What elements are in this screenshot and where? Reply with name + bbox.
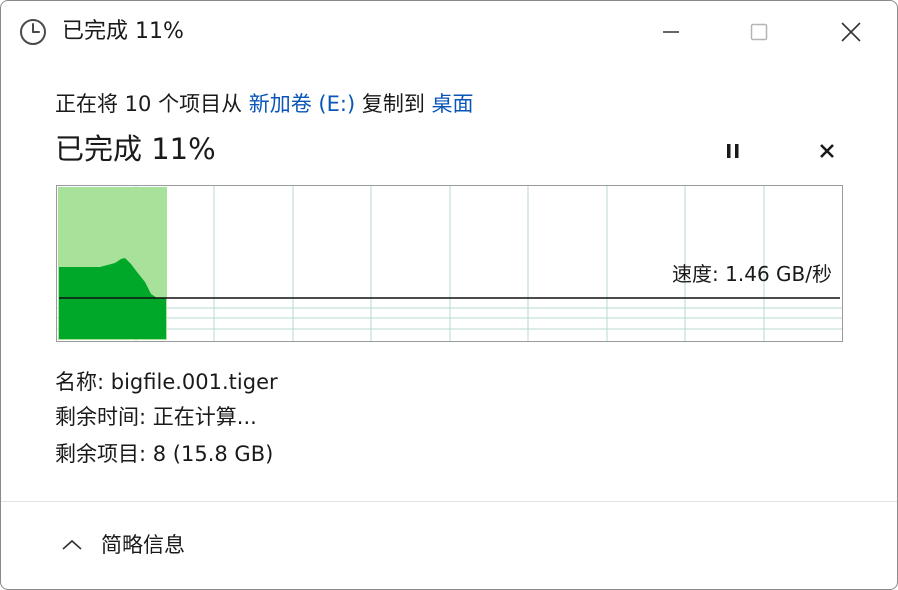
destination-link[interactable]: 桌面 (432, 92, 474, 116)
copy-description: 正在将 10 个项目从 新加卷 (E:) 复制到 桌面 (55, 89, 474, 119)
copy-progress-dialog: 已完成 11% 正在将 10 个项目从 新加卷 (E:) 复制到 桌面 已完成 … (0, 0, 898, 590)
cancel-button[interactable] (807, 134, 847, 168)
copy-description-prefix: 正在将 10 个项目从 (55, 92, 249, 116)
items-remaining-value: 8 (15.8 GB) (152, 442, 274, 466)
cancel-icon (820, 144, 834, 158)
minimize-icon (663, 31, 679, 33)
fewer-details-button[interactable]: 简略信息 (59, 527, 185, 563)
time-remaining-row: 剩余时间: 正在计算... (55, 402, 257, 432)
copy-description-middle: 复制到 (355, 92, 432, 116)
speed-label: 速度: 1.46 GB/秒 (672, 262, 832, 286)
close-window-button[interactable] (805, 1, 897, 63)
pause-icon (727, 144, 739, 158)
source-link[interactable]: 新加卷 (E:) (249, 92, 355, 116)
file-name-label: 名称: (55, 370, 105, 394)
file-name-row: 名称: bigfile.001.tiger (55, 367, 278, 397)
minimize-button[interactable] (625, 1, 717, 63)
maximize-button[interactable] (713, 1, 805, 63)
close-icon (841, 22, 861, 42)
maximize-icon (750, 23, 768, 41)
file-name-value: bigfile.001.tiger (110, 370, 278, 394)
fewer-details-label: 简略信息 (101, 533, 185, 557)
items-remaining-row: 剩余项目: 8 (15.8 GB) (55, 439, 273, 469)
title-bar[interactable]: 已完成 11% (1, 1, 897, 63)
pause-button[interactable] (713, 134, 753, 168)
speed-graph: 速度: 1.46 GB/秒 (56, 185, 843, 342)
clock-icon (20, 19, 46, 45)
time-remaining-label: 剩余时间: (55, 405, 147, 429)
items-remaining-label: 剩余项目: (55, 442, 147, 466)
footer-divider (1, 501, 897, 502)
window-title: 已完成 11% (62, 19, 184, 44)
time-remaining-value: 正在计算... (152, 405, 257, 429)
progress-status: 已完成 11% (55, 132, 216, 166)
chevron-up-icon (62, 539, 82, 550)
